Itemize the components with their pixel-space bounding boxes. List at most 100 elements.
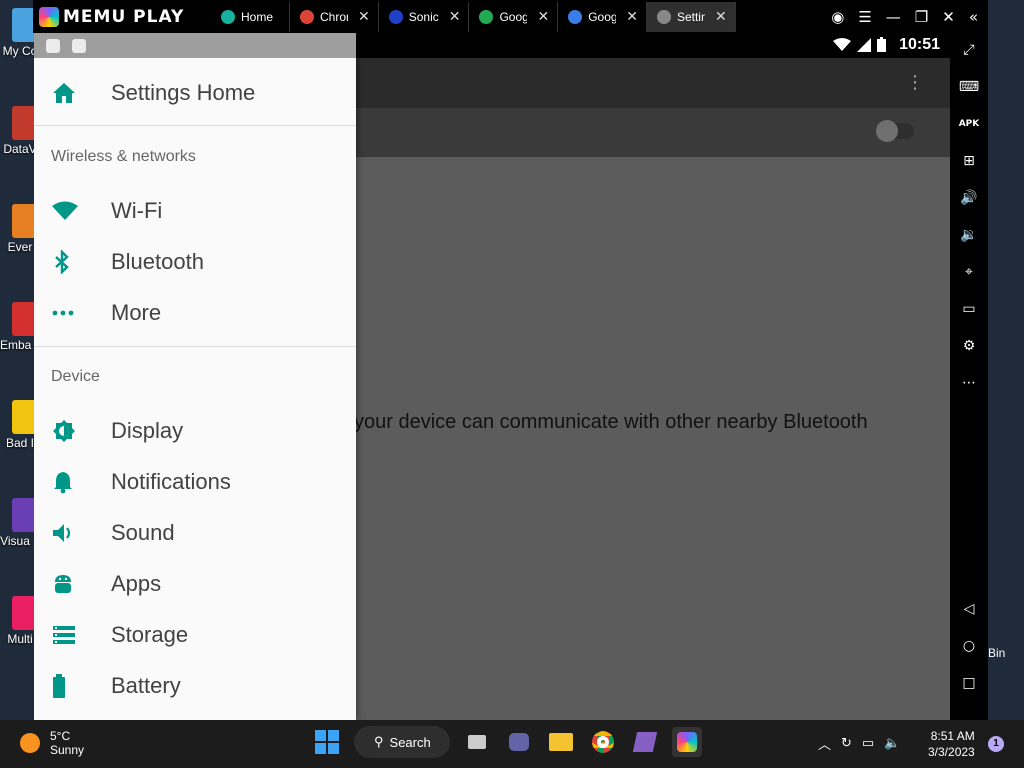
network-icon[interactable]: ▭	[862, 736, 874, 751]
section-header-device: Device	[51, 368, 100, 385]
tab-google-play[interactable]: Google✕	[558, 1, 647, 32]
storage-icon	[53, 625, 75, 644]
weather-widget[interactable]: 5°C Sunny	[20, 729, 84, 757]
drawer-item-bluetooth[interactable]: Bluetooth	[34, 236, 356, 287]
home-circle-icon[interactable]: ○	[950, 631, 988, 661]
play-games-icon	[479, 9, 494, 24]
tab-home[interactable]: Home	[211, 1, 290, 32]
drawer-divider	[34, 125, 356, 126]
close-window-icon[interactable]: ✕	[942, 8, 955, 26]
drawer-item-apps[interactable]: Apps	[34, 558, 356, 609]
volume-up-icon[interactable]: 🔊	[950, 183, 988, 213]
location-icon[interactable]: ⌖	[950, 257, 988, 287]
fullscreen-icon[interactable]: ⤢	[950, 35, 988, 65]
bell-icon	[54, 471, 72, 493]
tab-settings[interactable]: Settings✕	[646, 1, 736, 32]
keyboard-indicator-icon	[72, 38, 86, 53]
chrome-icon	[300, 9, 314, 24]
memu-logo: MEMU PLAY	[33, 6, 211, 27]
weather-temp: 5°C	[50, 729, 71, 743]
tab-google-games[interactable]: Google✕	[469, 1, 559, 32]
visual-studio-taskbar-icon[interactable]	[630, 727, 660, 757]
taskbar-apps: ⚲ Search	[312, 726, 702, 758]
weather-desc: Sunny	[50, 743, 85, 757]
keyboard-icon[interactable]: ⌨	[950, 72, 988, 102]
windows-logo-icon	[315, 730, 339, 754]
drawer-item-notifications[interactable]: Notifications	[34, 456, 356, 507]
sync-icon[interactable]: ↻	[841, 736, 852, 751]
recents-icon[interactable]: □	[950, 668, 988, 698]
collapse-sidebar-icon[interactable]: «	[969, 8, 978, 26]
system-tray: ︿ ↻ ▭ 🔈	[818, 734, 900, 753]
restore-icon[interactable]: ❐	[915, 8, 928, 26]
drawer-item-wifi[interactable]: Wi-Fi	[34, 185, 356, 236]
drawer-divider	[34, 346, 356, 347]
android-screen: 10:51 ⋮ your device can communicate with…	[34, 33, 950, 720]
volume-icon[interactable]: 🔈	[884, 736, 900, 751]
emulator-sidebar: ⤢ ⌨ APK ⊞ 🔊 🔉 ⌖ ▭ ⚙ ⋯ ◁ ○ □	[950, 33, 988, 720]
chevron-up-icon[interactable]: ︿	[818, 734, 831, 753]
bluetooth-description: your device can communicate with other n…	[354, 411, 868, 433]
status-icons	[833, 37, 886, 52]
drawer-item-storage[interactable]: Storage	[34, 609, 356, 660]
memu-taskbar-icon[interactable]	[672, 727, 702, 757]
minimize-icon[interactable]: —	[886, 8, 901, 26]
toggle-knob	[876, 120, 898, 142]
start-button[interactable]	[312, 727, 342, 757]
status-time: 10:51	[899, 36, 940, 53]
windows-taskbar: 5°C Sunny ⚲ Search ︿ ↻ ▭ 🔈 8:51 AM 3/3/2023…	[0, 720, 1024, 768]
folder-icon[interactable]: ▭	[950, 294, 988, 324]
drawer-top-strip	[34, 33, 356, 58]
drawer-item-display[interactable]: Display	[34, 405, 356, 456]
taskbar-search[interactable]: ⚲ Search	[354, 726, 450, 758]
android-icon	[55, 574, 71, 593]
speaker-icon	[53, 523, 71, 542]
sun-icon	[20, 733, 40, 753]
drawer-item-sound[interactable]: Sound	[34, 507, 356, 558]
drawer-item-settings-home[interactable]: Settings Home	[34, 67, 356, 118]
file-explorer-icon[interactable]	[546, 727, 576, 757]
bluetooth-toggle[interactable]	[876, 120, 914, 142]
wifi-signal-icon	[833, 37, 851, 51]
close-icon[interactable]: ✕	[626, 8, 638, 25]
emulator-titlebar: MEMU PLAY Home Chrome✕ Sonic✕ Google✕ Go…	[33, 0, 988, 33]
notification-badge[interactable]: 1	[988, 736, 1004, 752]
home-icon	[53, 82, 75, 103]
bluetooth-icon	[55, 249, 69, 274]
close-icon[interactable]: ✕	[715, 8, 727, 25]
wifi-icon	[52, 201, 78, 220]
apk-icon[interactable]: APK	[950, 109, 988, 139]
drawer-item-battery[interactable]: Battery	[34, 660, 356, 711]
settings-gear-icon	[656, 9, 671, 24]
home-app-icon	[221, 9, 235, 24]
play-store-icon	[568, 9, 583, 24]
taskbar-clock[interactable]: 8:51 AM 3/3/2023	[928, 728, 975, 760]
close-icon[interactable]: ✕	[358, 8, 370, 25]
drawer-item-more[interactable]: More	[34, 287, 356, 338]
cell-signal-icon	[857, 37, 871, 52]
tab-sonic[interactable]: Sonic ✕	[379, 1, 470, 32]
memu-logo-icon	[39, 6, 59, 27]
recycle-bin-label[interactable]: Bin	[988, 646, 1005, 660]
display-icon	[53, 419, 75, 442]
overflow-menu-icon[interactable]: ⋮	[906, 72, 924, 93]
menu-icon[interactable]: ☰	[858, 8, 871, 26]
chrome-taskbar-icon[interactable]	[588, 727, 618, 757]
sonic-icon	[388, 9, 403, 24]
account-icon[interactable]: ◉	[831, 8, 844, 26]
play-protect-icon	[46, 38, 60, 53]
battery-status-icon	[877, 37, 886, 52]
close-icon[interactable]: ✕	[537, 8, 549, 25]
volume-down-icon[interactable]: 🔉	[950, 220, 988, 250]
more-icon[interactable]: ⋯	[950, 368, 988, 398]
settings-drawer: Settings Home Wireless & networks Wi-Fi …	[34, 33, 356, 720]
search-icon: ⚲	[374, 734, 384, 749]
back-icon[interactable]: ◁	[950, 594, 988, 624]
settings-gear-icon[interactable]: ⚙	[950, 331, 988, 361]
add-window-icon[interactable]: ⊞	[950, 146, 988, 176]
close-icon[interactable]: ✕	[449, 8, 461, 25]
tab-chrome[interactable]: Chrome✕	[290, 1, 379, 32]
more-dots-icon	[52, 310, 74, 315]
task-view-icon[interactable]	[462, 727, 492, 757]
teams-chat-icon[interactable]	[504, 727, 534, 757]
